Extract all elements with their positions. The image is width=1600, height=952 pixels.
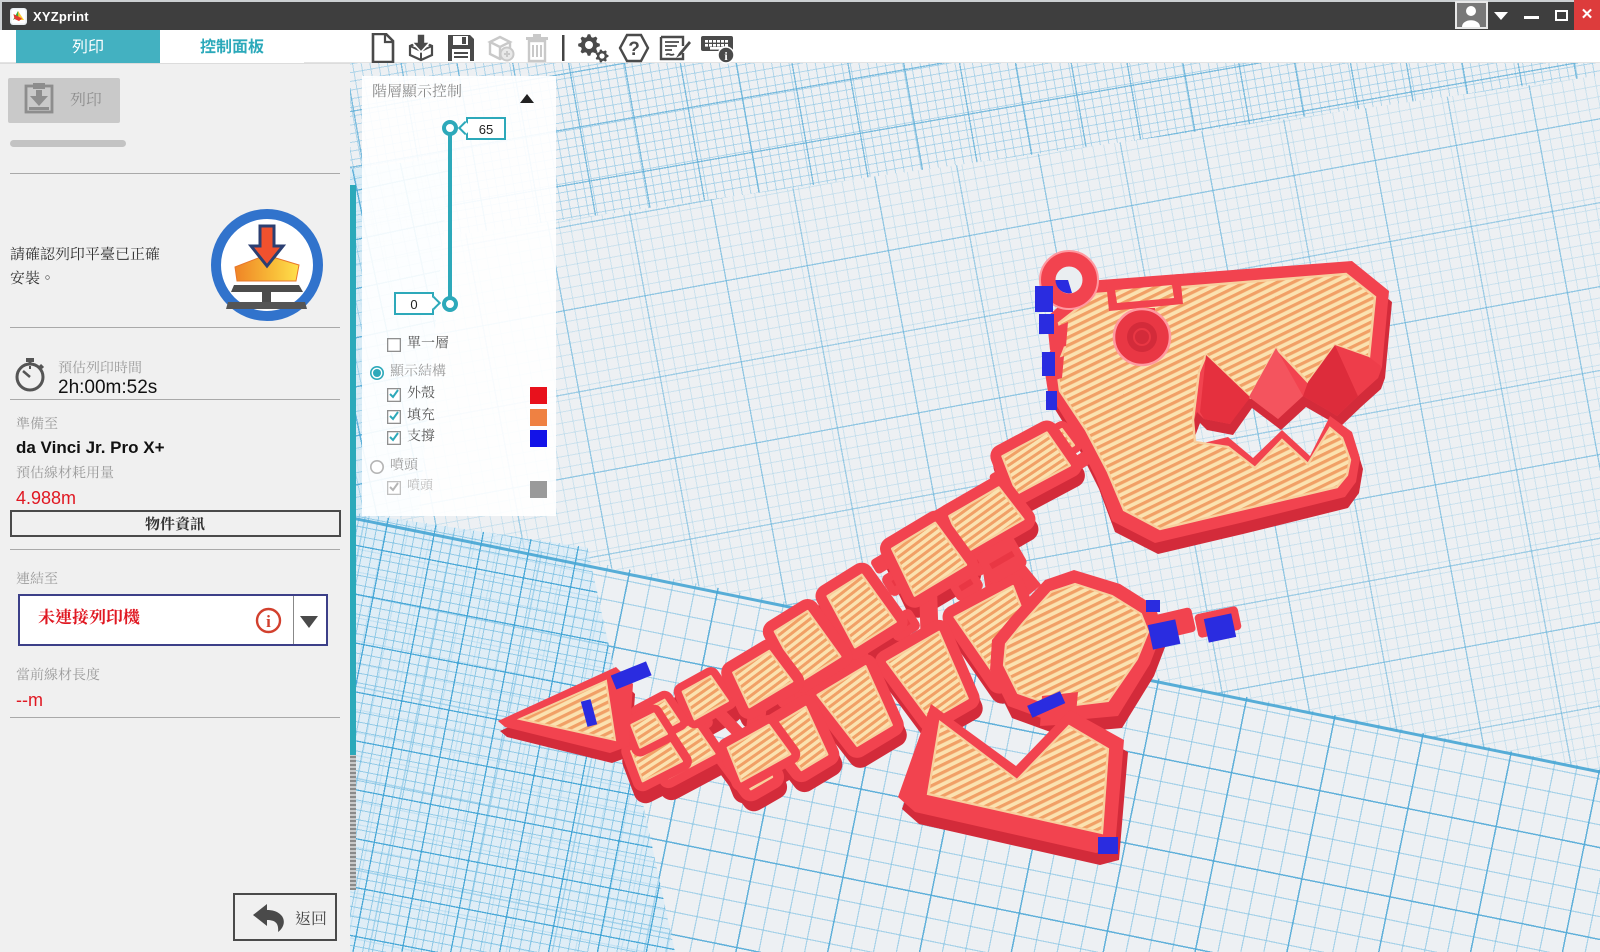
svg-text:i: i (266, 612, 271, 631)
svg-text:?: ? (628, 39, 640, 60)
